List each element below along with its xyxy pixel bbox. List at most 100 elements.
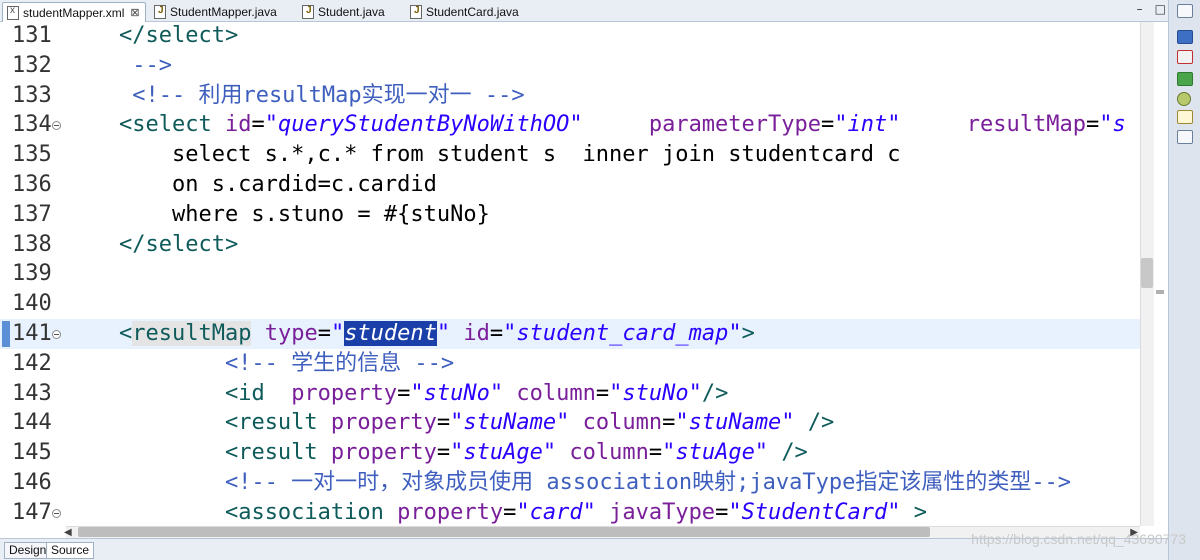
- code-token: >: [913, 499, 927, 525]
- code-token: =: [648, 440, 663, 466]
- code-token: id: [224, 112, 252, 138]
- right-toolbar: [1168, 0, 1200, 560]
- code-line[interactable]: 145 <result property="stuAge" column="st…: [0, 438, 1140, 468]
- code-token: />: [701, 380, 729, 406]
- properties-icon[interactable]: [1177, 130, 1193, 144]
- code-line[interactable]: 136 on s.cardid=c.cardid: [0, 170, 1140, 200]
- code-text: <resultMap type="student" id="student_ca…: [66, 319, 755, 349]
- code-token: </select>: [118, 23, 239, 48]
- outline-tree-icon[interactable]: [1177, 72, 1193, 86]
- code-text: on s.cardid=c.cardid: [66, 170, 437, 200]
- code-text: <association property="card" javaType="S…: [66, 498, 927, 526]
- code-token: =: [503, 499, 517, 525]
- code-token: property: [397, 499, 504, 525]
- code-token: where s.stuno = #{stuNo}: [66, 201, 490, 227]
- tab-student-mapper-xml[interactable]: studentMapper.xml ⊠: [2, 2, 146, 22]
- code-token: "student_card_map": [503, 321, 742, 346]
- code-token: </select>: [118, 231, 239, 257]
- code-token: <: [118, 321, 133, 346]
- code-token: =: [436, 410, 451, 436]
- xml-source-editor[interactable]: 131 </select> 132 --> 133 <!-- 利用resultMap…: [0, 22, 1168, 526]
- code-token: property: [330, 410, 437, 436]
- code-token: <result: [224, 440, 331, 466]
- tab-label: studentMapper.xml: [23, 5, 125, 20]
- outline-icon[interactable]: [1177, 30, 1193, 44]
- code-line[interactable]: 141 <resultMap type="student" id="studen…: [0, 319, 1140, 349]
- code-line[interactable]: 131 </select>: [0, 22, 1140, 51]
- line-number: 137: [12, 201, 52, 227]
- code-line[interactable]: 143 <id property="stuNo" column="stuNo"/…: [0, 379, 1140, 409]
- code-token: =: [397, 380, 411, 406]
- overview-ruler-mark[interactable]: [1156, 290, 1164, 294]
- line-number: 144: [12, 410, 52, 436]
- java-file-icon: [154, 5, 166, 19]
- code-token: "s: [1099, 112, 1126, 138]
- code-token: =: [436, 440, 451, 466]
- code-line[interactable]: 139: [0, 259, 1140, 289]
- code-token: =: [1085, 112, 1100, 138]
- code-token: <!-- 利用resultMap实现一对一 -->: [66, 82, 525, 108]
- code-token: id: [463, 321, 490, 346]
- window-controls: – □: [1137, 2, 1166, 16]
- java-file-icon: [302, 5, 314, 19]
- code-token: on s.cardid=c.cardid: [66, 172, 437, 197]
- code-line[interactable]: 134 <select id="queryStudentByNoWithOO" …: [0, 110, 1140, 140]
- gear-icon[interactable]: [1177, 92, 1191, 106]
- documentation-icon[interactable]: [1177, 110, 1193, 124]
- line-number: 135: [12, 142, 52, 168]
- code-token: "card": [516, 499, 596, 525]
- code-token: "int": [834, 112, 901, 138]
- code-token: />: [807, 410, 835, 436]
- code-text: <!-- 一对一时，对象成员使用 association映射;javaType指…: [66, 468, 1071, 498]
- vertical-scroll-thumb[interactable]: [1141, 258, 1153, 288]
- code-line[interactable]: 137 where s.stuno = #{stuNo}: [0, 200, 1140, 230]
- line-number: 136: [12, 172, 52, 197]
- code-line[interactable]: 138 </select>: [0, 230, 1140, 260]
- code-token: "queryStudentByNoWithOO": [264, 112, 583, 138]
- restore-icon[interactable]: [1177, 4, 1193, 18]
- code-line[interactable]: 144 <result property="stuName" column="s…: [0, 408, 1140, 438]
- code-line[interactable]: 147 <association property="card" javaTyp…: [0, 498, 1140, 526]
- tab-label: StudentMapper.java: [170, 5, 277, 19]
- code-line[interactable]: 142 <!-- 学生的信息 -->: [0, 349, 1140, 379]
- line-number: 140: [12, 291, 52, 317]
- tab-student-card-java[interactable]: StudentCard.java: [406, 2, 546, 22]
- code-token: column: [582, 410, 663, 436]
- line-number: 139: [12, 261, 52, 287]
- maximize-icon[interactable]: □: [1155, 2, 1166, 16]
- xml-file-icon: [7, 5, 19, 20]
- code-line[interactable]: 140: [0, 289, 1140, 319]
- fold-toggle-icon[interactable]: [52, 330, 61, 339]
- code-line[interactable]: 133 <!-- 利用resultMap实现一对一 -->: [0, 81, 1140, 111]
- line-number: 145: [12, 440, 52, 466]
- code-line[interactable]: 135 select s.*,c.* from student s inner …: [0, 140, 1140, 170]
- code-token: property: [291, 380, 398, 406]
- tab-design[interactable]: Design: [4, 542, 52, 559]
- code-token: javaType: [609, 499, 716, 525]
- code-text: where s.stuno = #{stuNo}: [66, 200, 490, 230]
- tab-source[interactable]: Source: [46, 542, 95, 559]
- code-token: "stuNo": [609, 380, 702, 406]
- code-line[interactable]: 146 <!-- 一对一时，对象成员使用 association映射;javaT…: [0, 468, 1140, 498]
- code-token: resultMap: [966, 112, 1086, 138]
- code-line[interactable]: 132 -->: [0, 51, 1140, 81]
- minimize-icon[interactable]: –: [1137, 2, 1143, 16]
- watermark: https://blog.csdn.net/qq_43690773: [971, 531, 1186, 547]
- close-tab-icon[interactable]: ⊠: [130, 6, 139, 19]
- code-token: student: [344, 321, 437, 346]
- code-token: <!-- 一对一时，对象成员使用 association映射;javaType指…: [66, 470, 1072, 495]
- problems-icon[interactable]: [1177, 50, 1193, 64]
- code-text: <result property="stuName" column="stuNa…: [66, 408, 834, 438]
- fold-toggle-icon[interactable]: [52, 508, 61, 518]
- horizontal-scroll-thumb[interactable]: [78, 527, 930, 537]
- tab-student-java[interactable]: Student.java: [298, 2, 408, 22]
- tab-student-mapper-java[interactable]: StudentMapper.java: [150, 2, 300, 22]
- code-token: column: [569, 440, 649, 466]
